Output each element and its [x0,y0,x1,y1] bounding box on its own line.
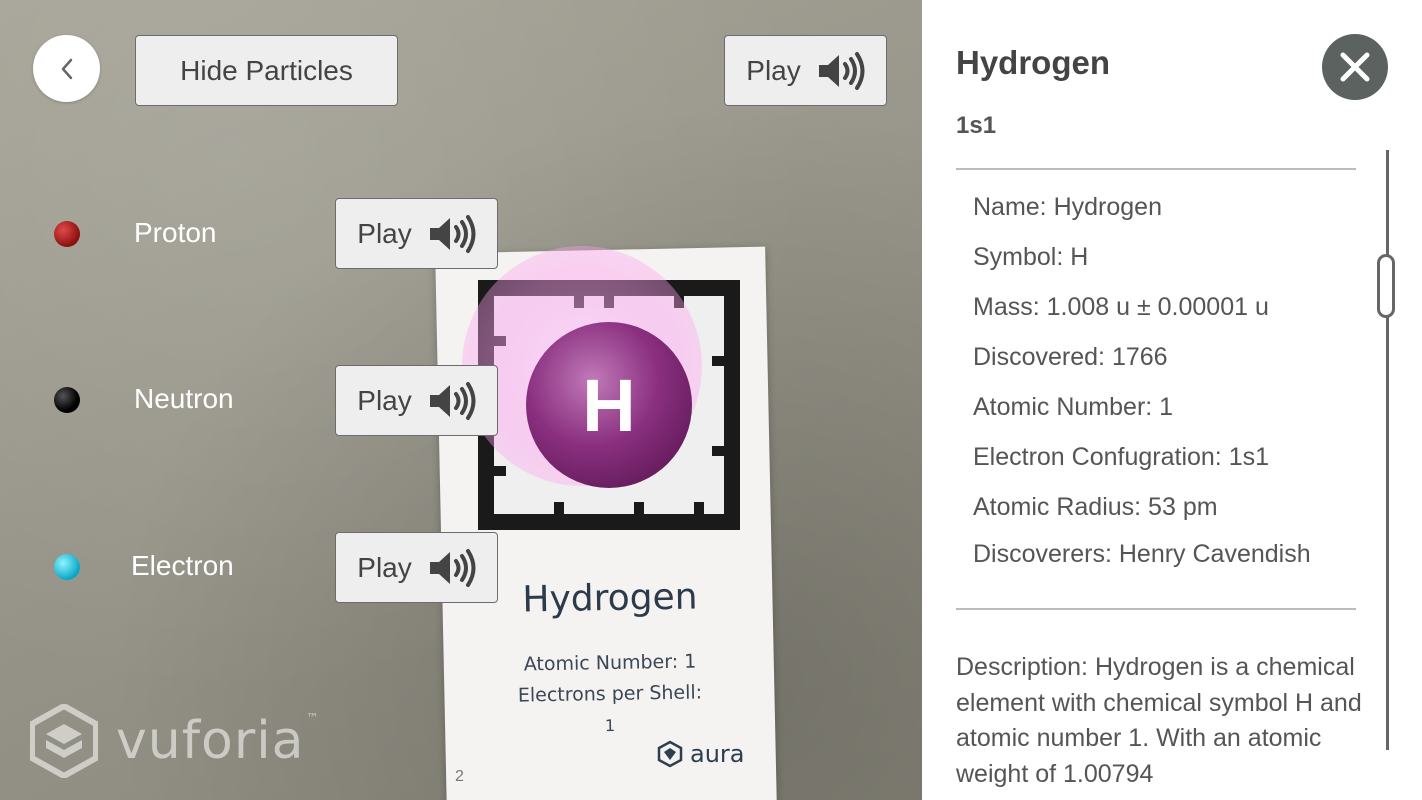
neutron-label: Neutron [134,383,234,414]
speaker-icon [429,548,476,587]
aura-brand-text: aura [690,740,745,768]
close-icon [1340,52,1370,82]
neutron-marker-icon [54,387,80,413]
aura-icon [657,740,683,768]
vuforia-wordmark: vuforia ™ [116,711,320,771]
marker-tick [494,466,506,476]
card-title: Hydrogen [522,576,698,621]
info-atomic-number: Atomic Number: 1 [973,393,1174,421]
ar-camera-view: H Hydrogen Atomic Number: 1 Electrons pe… [0,0,922,800]
play-proton-button[interactable]: Play [335,198,498,269]
speaker-icon [429,214,476,253]
hide-particles-label: Hide Particles [180,54,353,86]
play-label: Play [357,384,412,416]
play-label: Play [746,54,801,86]
info-mass: Mass: 1.008 u ± 0.00001 u [973,293,1269,321]
close-panel-button[interactable] [1322,34,1388,100]
play-label: Play [357,551,412,583]
card-page-number: 2 [455,768,464,785]
element-info-panel: Hydrogen 1s1 Name: Hydrogen Symbol: H Ma… [922,0,1422,800]
info-discoverers: Discoverers: Henry Cavendish [973,540,1311,568]
play-element-audio-button[interactable]: Play [724,35,887,106]
scrollbar-thumb[interactable] [1377,254,1395,318]
proton-marker-icon [54,221,80,247]
info-discovered: Discovered: 1766 [973,343,1168,371]
marker-tick [712,356,724,366]
divider [956,168,1356,170]
play-label: Play [357,217,412,249]
vuforia-watermark: vuforia ™ [30,704,320,778]
electron-marker-icon [54,554,80,580]
play-electron-button[interactable]: Play [335,532,498,603]
info-electron-configuration: Electron Confugration: 1s1 [973,443,1270,471]
panel-title: Hydrogen [956,44,1111,81]
element-description: Description: Hydrogen is a chemical elem… [956,653,1362,788]
divider [956,608,1356,610]
info-name: Name: Hydrogen [973,193,1162,221]
vuforia-text: vuforia [116,711,305,771]
marker-tick [634,502,644,514]
info-symbol: Symbol: H [973,243,1089,271]
speaker-icon [429,381,476,420]
electron-label: Electron [131,550,234,581]
proton-label: Proton [134,217,217,248]
trademark-symbol: ™ [306,711,320,725]
hide-particles-button[interactable]: Hide Particles [135,35,398,106]
marker-tick [694,502,704,514]
vuforia-logo-icon [30,704,98,778]
play-neutron-button[interactable]: Play [335,365,498,436]
back-button[interactable] [33,35,100,102]
marker-tick [712,446,724,456]
chevron-left-icon [61,58,72,79]
marker-tick [554,502,564,514]
info-atomic-radius: Atomic Radius: 53 pm [973,493,1218,521]
atom-nucleus[interactable]: H [526,322,692,488]
aura-logo: aura [656,740,745,768]
scrollbar-track[interactable] [1386,150,1389,750]
panel-electron-config: 1s1 [956,112,997,139]
speaker-icon [818,51,865,90]
